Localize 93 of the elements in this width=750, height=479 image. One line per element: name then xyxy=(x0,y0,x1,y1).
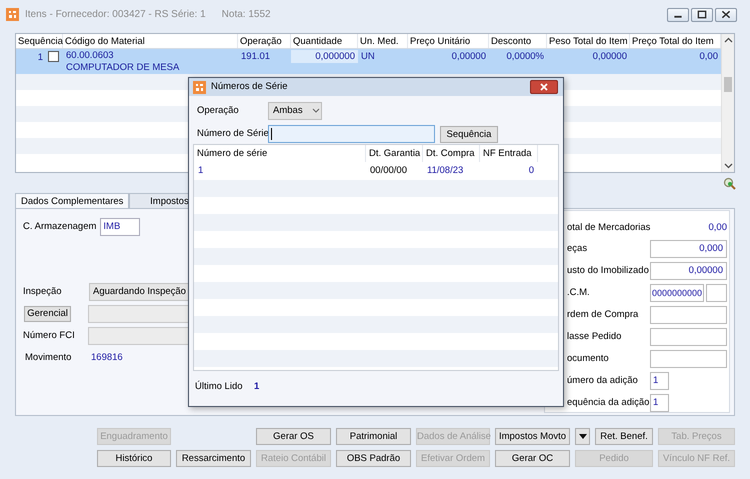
field-label: ocumento xyxy=(567,352,610,366)
table-cell-text: UN xyxy=(360,50,376,63)
dropdown[interactable]: Aguardando Inspeção xyxy=(89,283,189,301)
row-checkbox[interactable] xyxy=(48,51,59,62)
field-label: úmero da adição xyxy=(567,374,639,388)
window-title: Itens - Fornecedor: 003427 - RS Série: 1 xyxy=(25,8,206,22)
field-label: equência da adição xyxy=(567,396,650,410)
column-header[interactable]: Dt. Garantia xyxy=(366,145,423,162)
input-field[interactable]: 1 xyxy=(650,372,669,390)
maximize-icon xyxy=(698,10,706,18)
table-cell-text: 60.00.0603 xyxy=(66,50,115,62)
field-label: Inspeção xyxy=(23,284,63,299)
input-field[interactable]: IMB xyxy=(100,218,140,236)
maximize-button[interactable] xyxy=(691,8,713,22)
table-cell-text: 191.01 xyxy=(240,50,272,63)
dropdown[interactable]: Ambas xyxy=(268,102,322,120)
input-field[interactable]: 0,000 xyxy=(650,240,727,258)
field-label: eças xyxy=(567,242,588,256)
table-cell-text: COMPUTADOR DE MESA xyxy=(66,62,180,74)
table-cell-text: 0,00 xyxy=(698,50,719,63)
input-field[interactable] xyxy=(268,125,435,143)
column-header[interactable]: Desconto xyxy=(489,34,547,48)
table-cell-text: 11/08/23 xyxy=(426,164,464,178)
column-header[interactable]: Peso Total do Item xyxy=(547,34,630,48)
dialog-title: Números de Série xyxy=(211,80,288,94)
column-header[interactable]: Operação xyxy=(238,34,291,48)
action-button[interactable]: Gerar OC xyxy=(495,450,570,467)
action-button[interactable]: Gerar OS xyxy=(256,428,331,445)
table-cell: 0,000000 xyxy=(291,50,358,63)
sequence-button[interactable]: Sequência xyxy=(440,126,498,142)
column-header[interactable]: Un. Med. xyxy=(358,34,408,48)
column-header[interactable]: Dt. Compra xyxy=(423,145,480,162)
app-logo-icon xyxy=(6,8,19,21)
field-label: .C.M. xyxy=(567,286,591,300)
field-label: otal de Mercadorias xyxy=(567,220,650,235)
input-field[interactable]: 1 xyxy=(650,394,669,412)
table-cell-text: 0 xyxy=(528,164,535,178)
caret-icon xyxy=(312,108,320,114)
field-label: Número de Série xyxy=(197,126,268,141)
total-value: 0,00 xyxy=(708,220,727,235)
minimize-button[interactable] xyxy=(667,8,689,22)
movement-value: 169816 xyxy=(91,350,123,365)
input-field[interactable] xyxy=(650,306,727,324)
app-logo-icon xyxy=(193,80,206,94)
tab[interactable]: Dados Complementares xyxy=(15,193,130,208)
table-cell-text: 0,00000 xyxy=(592,50,628,63)
table-cell-text: 0,0000% xyxy=(505,50,545,63)
table-cell: 1 xyxy=(38,51,43,64)
column-header[interactable]: Preço Unitário xyxy=(408,34,489,48)
input-field[interactable]: 0,00000 xyxy=(650,262,727,280)
table-cell-text: 0,00000 xyxy=(450,50,487,63)
field-label: rdem de Compra xyxy=(567,308,640,322)
action-button[interactable]: Impostos Movto xyxy=(495,428,570,445)
table-cell-text: 00/00/00 xyxy=(369,164,408,178)
magnifier-icon[interactable] xyxy=(723,176,736,190)
minimize-icon xyxy=(674,16,682,18)
manager-button[interactable]: Gerencial xyxy=(24,306,72,322)
action-button[interactable]: Histórico xyxy=(97,450,171,467)
dropdown-button[interactable] xyxy=(575,428,590,445)
input-field[interactable] xyxy=(650,328,727,346)
invoice-number: Nota: 1552 xyxy=(222,8,271,22)
action-button[interactable]: Ressarcimento xyxy=(176,450,251,467)
scrollbar[interactable] xyxy=(721,34,734,172)
field-label: Número FCI xyxy=(23,328,76,343)
input-field[interactable]: 0000000000 xyxy=(650,284,704,302)
field-label: Movimento xyxy=(24,350,72,365)
list-row[interactable]: 1 00/00/00 11/08/23 0 xyxy=(194,162,558,180)
close-icon xyxy=(722,10,730,18)
table-cell-text: 1 xyxy=(197,164,204,178)
field-label: C. Armazenagem xyxy=(23,220,96,234)
dropdown-value: Aguardando Inspeção xyxy=(93,284,186,299)
scrollbar-thumb[interactable] xyxy=(724,77,732,92)
field-label: Operação xyxy=(197,104,240,118)
field-label: Último Lido xyxy=(195,380,244,394)
action-button[interactable]: OBS Padrão xyxy=(336,450,411,467)
input-field[interactable] xyxy=(706,284,727,302)
dropdown-value: Ambas xyxy=(273,104,303,118)
last-read-value: 1 xyxy=(254,380,260,394)
close-button[interactable] xyxy=(530,80,558,94)
action-button[interactable]: Ret. Benef. xyxy=(595,428,653,445)
field-label: usto do Imobilizado xyxy=(567,264,650,278)
column-header[interactable]: Número de série xyxy=(194,145,366,162)
column-header[interactable]: Sequência xyxy=(16,34,63,48)
input-field[interactable] xyxy=(650,350,727,368)
close-button[interactable] xyxy=(715,8,737,22)
action-button[interactable]: Patrimonial xyxy=(336,428,411,445)
field-label: lasse Pedido xyxy=(567,330,622,344)
close-icon xyxy=(540,83,548,91)
column-header[interactable]: Código do Material xyxy=(63,34,238,48)
table-row[interactable]: 1 60.00.0603 COMPUTADOR DE MESA 191.01 0,000000 UN 0,00000 0,0000% 0,00000 0,00 xyxy=(16,49,721,74)
column-header[interactable]: NF Entrada xyxy=(480,145,538,162)
caret-icon xyxy=(578,434,586,439)
column-header[interactable]: Quantidade xyxy=(291,34,358,48)
